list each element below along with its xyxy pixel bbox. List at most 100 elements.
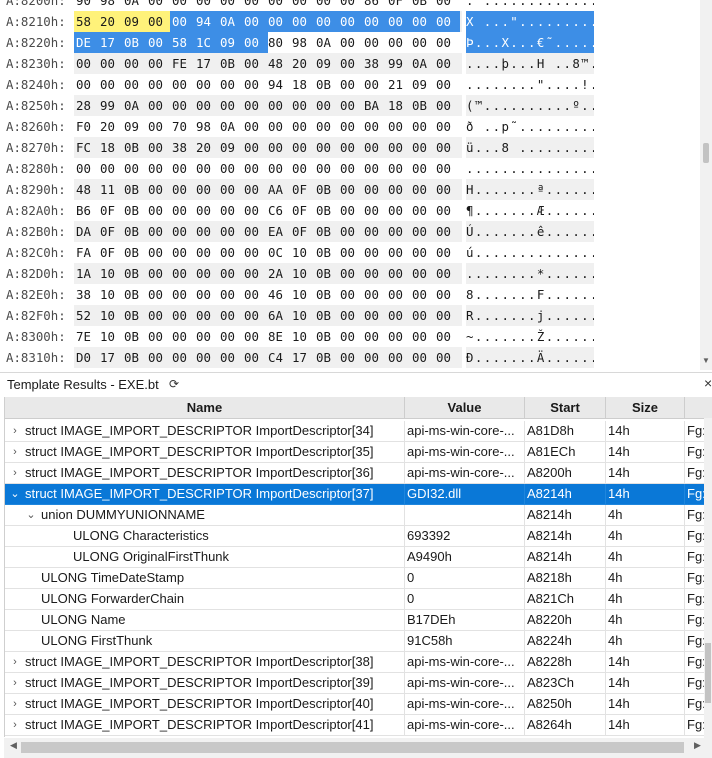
- hex-byte[interactable]: 00: [170, 242, 196, 263]
- hex-byte[interactable]: 0F: [290, 221, 316, 242]
- hex-bytes[interactable]: DE 17 0B 00 58 1C 09 00 80 98 0A 00 00 00 00 00: [74, 32, 462, 53]
- hex-byte[interactable]: 00: [362, 32, 388, 53]
- hex-byte[interactable]: 0B: [122, 137, 148, 158]
- hex-bytes[interactable]: 38 10 0B 00 00 00 00 00 46 10 0B 00 00 00 00 00: [74, 284, 462, 305]
- hex-byte[interactable]: 00: [362, 326, 388, 347]
- hex-byte[interactable]: 00: [242, 158, 268, 179]
- grid-vertical-scrollbar[interactable]: [704, 418, 712, 738]
- hex-row[interactable]: A:82C0h: FA 0F 0B 00 00 00 00 00 0C 10 0B 00 00 00 00 00…: [0, 242, 600, 263]
- hex-byte[interactable]: 00: [338, 368, 364, 370]
- scroll-down-arrow-icon[interactable]: ▼: [702, 356, 710, 365]
- hex-byte[interactable]: 00: [290, 158, 316, 179]
- hex-byte[interactable]: 00: [218, 158, 244, 179]
- hex-row[interactable]: A:82D0h: 1A 10 0B 00 00 00 00 00 2A 10 0B 00 00 00 00 00…: [0, 263, 600, 284]
- chevron-right-icon[interactable]: ›: [9, 421, 21, 441]
- chevron-right-icon[interactable]: ›: [9, 715, 21, 735]
- hex-byte[interactable]: 0B: [314, 179, 340, 200]
- hex-byte[interactable]: 09: [218, 137, 244, 158]
- grid-horizontal-scrollbar-thumb[interactable]: [21, 742, 684, 753]
- column-header-start[interactable]: Start: [525, 397, 606, 419]
- hex-byte[interactable]: 00: [218, 347, 244, 368]
- hex-byte[interactable]: 00: [146, 242, 172, 263]
- hex-byte[interactable]: 00: [362, 242, 388, 263]
- hex-byte[interactable]: 00: [242, 32, 268, 53]
- hex-byte[interactable]: 10: [290, 284, 316, 305]
- hex-byte[interactable]: 58: [74, 11, 100, 32]
- hex-ascii[interactable]: 8.......F.......: [466, 284, 594, 305]
- hex-byte[interactable]: 00: [218, 0, 244, 11]
- hex-byte[interactable]: 00: [314, 95, 340, 116]
- hex-byte[interactable]: 0F: [98, 200, 124, 221]
- hex-byte[interactable]: 00: [362, 368, 388, 370]
- hex-byte[interactable]: 00: [338, 284, 364, 305]
- hex-byte[interactable]: 00: [146, 284, 172, 305]
- hex-ascii[interactable]: H.......ª.......: [466, 179, 594, 200]
- hex-byte[interactable]: 0B: [122, 284, 148, 305]
- hex-byte[interactable]: 58: [170, 32, 196, 53]
- hex-byte[interactable]: 70: [170, 116, 196, 137]
- hex-bytes[interactable]: B0170B0000000000A2170B0000000000: [74, 368, 462, 370]
- hex-byte[interactable]: 00: [170, 221, 196, 242]
- hex-bytes[interactable]: DA 0F 0B 00 00 00 00 00 EA 0F 0B 00 00 00 00 00: [74, 221, 462, 242]
- hex-byte[interactable]: 00: [170, 0, 196, 11]
- hex-byte[interactable]: 00: [194, 0, 220, 11]
- hex-byte[interactable]: 09: [122, 11, 148, 32]
- hex-byte[interactable]: 10: [98, 305, 124, 326]
- hex-byte[interactable]: 00: [338, 242, 364, 263]
- hex-byte[interactable]: 00: [338, 326, 364, 347]
- hex-byte[interactable]: 0B: [122, 326, 148, 347]
- hex-byte[interactable]: 00: [386, 32, 412, 53]
- hex-byte[interactable]: 00: [338, 0, 364, 11]
- hex-byte[interactable]: C6: [266, 200, 292, 221]
- hex-byte[interactable]: 00: [362, 11, 388, 32]
- hex-byte[interactable]: 00: [170, 179, 196, 200]
- hex-byte[interactable]: 00: [314, 158, 340, 179]
- hex-byte[interactable]: 0B: [122, 347, 148, 368]
- hex-byte[interactable]: 10: [98, 326, 124, 347]
- hex-byte[interactable]: 00: [314, 11, 340, 32]
- hex-ascii[interactable]: ¶.......Æ.......: [466, 200, 594, 221]
- hex-byte[interactable]: 00: [290, 116, 316, 137]
- hex-byte[interactable]: 00: [434, 179, 460, 200]
- hex-byte[interactable]: 00: [338, 95, 364, 116]
- hex-byte[interactable]: 0B: [314, 242, 340, 263]
- chevron-right-icon[interactable]: ›: [9, 673, 21, 693]
- hex-byte[interactable]: 0B: [410, 95, 436, 116]
- hex-byte[interactable]: 00: [410, 242, 436, 263]
- hex-byte[interactable]: 00: [386, 221, 412, 242]
- template-row[interactable]: ULONG TimeDateStamp 0 A8218h 4h Fg:: [5, 568, 712, 589]
- hex-byte[interactable]: 48: [74, 179, 100, 200]
- hex-byte[interactable]: 00: [266, 158, 292, 179]
- hex-byte[interactable]: 00: [386, 347, 412, 368]
- hex-byte[interactable]: 00: [170, 158, 196, 179]
- hex-scrollbar-thumb[interactable]: [703, 143, 709, 163]
- hex-byte[interactable]: 00: [338, 158, 364, 179]
- hex-byte[interactable]: 00: [386, 284, 412, 305]
- hex-byte[interactable]: 17: [98, 347, 124, 368]
- hex-byte[interactable]: 00: [266, 137, 292, 158]
- hex-bytes[interactable]: 52 10 0B 00 00 00 00 00 6A 10 0B 00 00 00 00 00: [74, 305, 462, 326]
- hex-byte[interactable]: 00: [242, 326, 268, 347]
- hex-byte[interactable]: 00: [170, 11, 196, 32]
- hex-byte[interactable]: 00: [434, 0, 460, 11]
- hex-byte[interactable]: 00: [146, 74, 172, 95]
- hex-byte[interactable]: 98: [290, 32, 316, 53]
- hex-byte[interactable]: 00: [338, 11, 364, 32]
- hex-bytes[interactable]: 00 00 00 00 00 00 00 00 00 00 00 00 00 00 00 00: [74, 158, 462, 179]
- hex-byte[interactable]: 09: [314, 53, 340, 74]
- hex-byte[interactable]: 00: [242, 116, 268, 137]
- hex-bytes[interactable]: D0 17 0B 00 00 00 00 00 C4 17 0B 00 00 00 00 00: [74, 347, 462, 368]
- hex-byte[interactable]: 17: [290, 368, 316, 370]
- hex-byte[interactable]: 00: [434, 137, 460, 158]
- hex-bytes[interactable]: 90 98 0A 00 00 00 00 00 00 00 00 00 86 0F 0B 00: [74, 0, 462, 11]
- close-icon[interactable]: ×: [704, 375, 712, 391]
- hex-byte[interactable]: 00: [434, 74, 460, 95]
- chevron-down-icon[interactable]: ⌄: [9, 484, 21, 504]
- hex-bytes[interactable]: 1A 10 0B 00 00 00 00 00 2A 10 0B 00 00 00 00 00: [74, 263, 462, 284]
- hex-byte[interactable]: 00: [338, 347, 364, 368]
- hex-byte[interactable]: F0: [74, 116, 100, 137]
- hex-byte[interactable]: 48: [266, 53, 292, 74]
- hex-row[interactable]: A:8310h: D0 17 0B 00 00 00 00 00 C4 17 0B 00 00 00 00 00…: [0, 347, 600, 368]
- hex-byte[interactable]: 00: [314, 116, 340, 137]
- hex-byte[interactable]: 00: [410, 284, 436, 305]
